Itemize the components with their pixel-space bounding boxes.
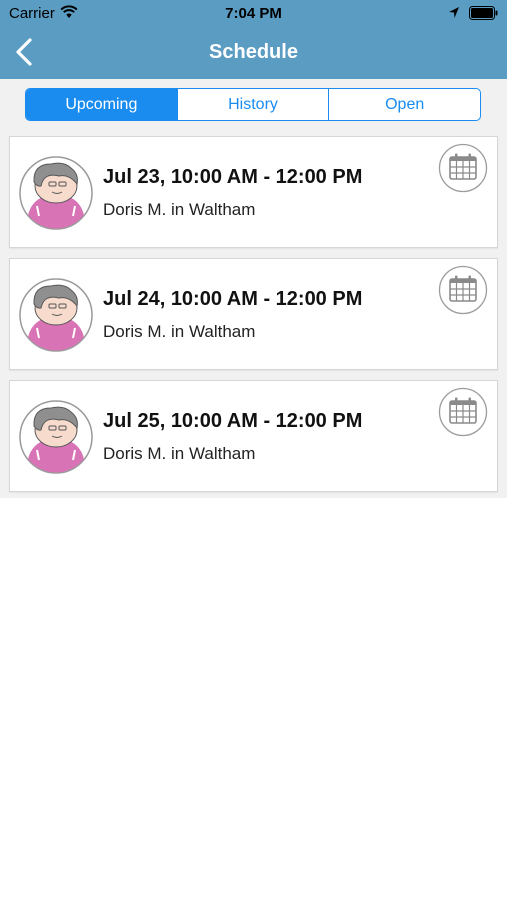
appointment-card[interactable]: Jul 24, 10:00 AM - 12:00 PM Doris M. in … xyxy=(9,258,498,370)
appointment-client: Doris M. in Waltham xyxy=(103,322,256,341)
appointment-card[interactable]: Jul 23, 10:00 AM - 12:00 PM Doris M. in … xyxy=(9,136,498,248)
clock-time: 7:04 PM xyxy=(225,5,282,22)
appointment-client: Doris M. in Waltham xyxy=(103,444,256,463)
avatar xyxy=(19,278,93,352)
page-title: Schedule xyxy=(209,41,298,63)
calendar-icon xyxy=(438,265,488,315)
calendar-icon xyxy=(438,387,488,437)
tab-history[interactable]: History xyxy=(176,89,329,120)
add-to-calendar-button[interactable] xyxy=(438,387,488,437)
tab-open[interactable]: Open xyxy=(328,89,480,120)
schedule-tabs: Upcoming History Open xyxy=(25,88,481,121)
status-bar: Carrier 7:04 PM xyxy=(0,0,507,28)
appointment-client: Doris M. in Waltham xyxy=(103,200,256,219)
location-arrow-icon xyxy=(449,7,459,18)
avatar xyxy=(19,156,93,230)
appointment-card[interactable]: Jul 25, 10:00 AM - 12:00 PM Doris M. in … xyxy=(9,380,498,492)
appointment-time: Jul 25, 10:00 AM - 12:00 PM xyxy=(103,410,363,432)
add-to-calendar-button[interactable] xyxy=(438,143,488,193)
battery-icon xyxy=(469,6,498,20)
appointment-time: Jul 24, 10:00 AM - 12:00 PM xyxy=(103,288,363,310)
appointment-time: Jul 23, 10:00 AM - 12:00 PM xyxy=(103,166,363,188)
calendar-icon xyxy=(438,143,488,193)
schedule-content: Upcoming History Open Jul 23, 10:00 AM -… xyxy=(0,79,507,498)
avatar xyxy=(19,400,93,474)
navigation-header: Carrier 7:04 PM Schedule xyxy=(0,0,507,79)
add-to-calendar-button[interactable] xyxy=(438,265,488,315)
tab-upcoming[interactable]: Upcoming xyxy=(26,89,177,120)
